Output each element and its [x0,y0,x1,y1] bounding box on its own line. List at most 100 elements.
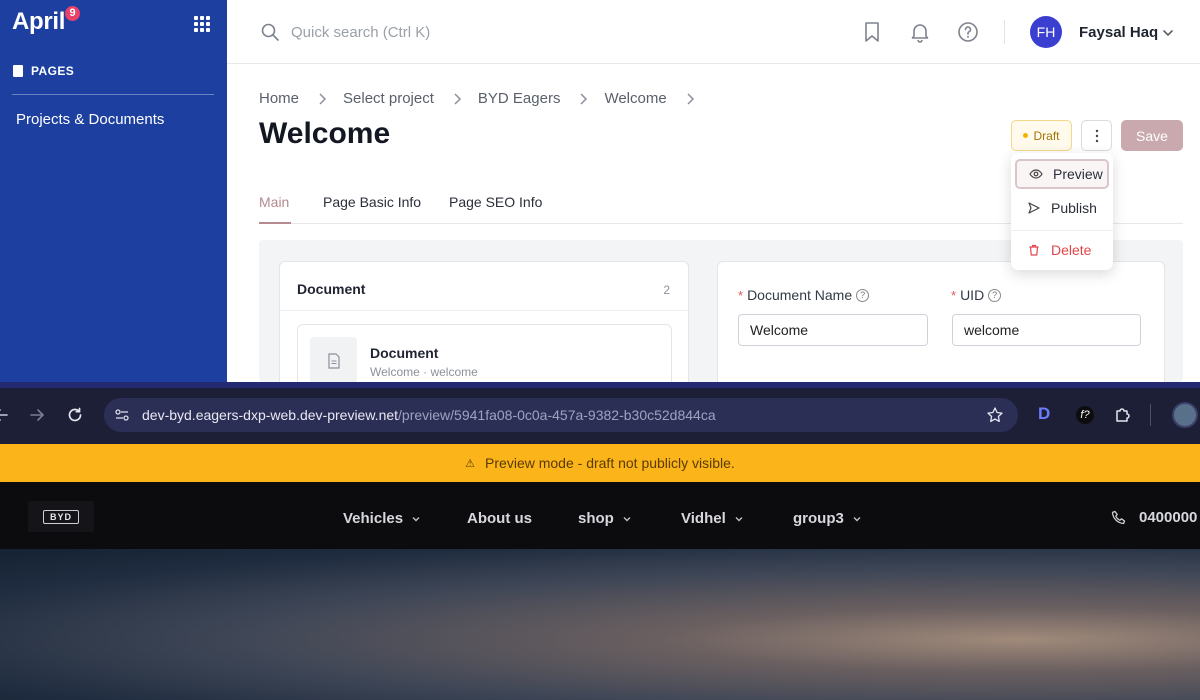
logo-badge: 9 [65,6,80,21]
url-text[interactable]: dev-byd.eagers-dxp-web.dev-preview.net/p… [142,407,716,423]
list-item[interactable]: Document Welcome · welcome [297,324,672,382]
breadcrumb-item-home[interactable]: Home [259,90,299,107]
apps-grid-icon[interactable] [194,16,210,32]
menu-divider [1011,230,1113,231]
toolbar-divider [1150,404,1151,426]
nav-item-shop[interactable]: shop [578,510,632,527]
eye-icon [1029,169,1043,179]
user-name[interactable]: Faysal Haq [1079,24,1158,41]
hero-image [0,549,1200,700]
chevron-right-icon [687,92,694,105]
nav-item-label: group3 [793,510,844,527]
brand-logo-text: BYD [42,509,79,524]
document-name: Document [370,345,439,361]
url-path: /preview/5941fa08-0c0a-457a-9382-b30c52d… [398,407,716,423]
bell-icon[interactable] [908,20,932,44]
menu-item-label: Delete [1051,242,1092,258]
required-mark: * [738,287,744,303]
menu-item-label: Preview [1053,166,1103,182]
topbar-divider [1004,20,1005,44]
breadcrumb-item-project[interactable]: BYD Eagers [478,90,561,107]
help-icon[interactable] [956,20,980,44]
breadcrumb: Home Select project BYD Eagers Welcome [259,90,711,107]
menu-item-delete[interactable]: Delete [1015,235,1109,265]
uid-label-text: UID [960,287,985,303]
nav-item-label: About us [467,510,532,527]
more-actions-button[interactable] [1081,120,1112,151]
address-bar[interactable]: dev-byd.eagers-dxp-web.dev-preview.net/p… [104,398,1018,432]
bookmark-star-icon[interactable] [986,406,1004,424]
phone-number: 0400000 [1139,509,1198,526]
extension-f-icon[interactable]: f? [1076,406,1094,424]
document-name-label: * Document Name ? [738,287,870,303]
tab-main[interactable]: Main [259,194,289,210]
status-badge: Draft [1011,120,1072,151]
status-dot [1023,133,1029,138]
sidebar: April 9 PAGES Projects & Documents [0,0,227,382]
phone-link[interactable]: 0400000 [1111,509,1197,526]
save-button[interactable]: Save [1121,120,1183,151]
nav-item-label: Vehicles [343,510,404,527]
chevron-right-icon [454,92,461,105]
nav-item-vidhel[interactable]: Vidhel [681,510,744,527]
nav-item-about-us[interactable]: About us [467,510,532,527]
document-name-label-text: Document Name [747,287,853,303]
sidebar-item-projects-documents[interactable]: Projects & Documents [16,111,164,128]
more-vertical-icon [1095,129,1098,142]
chevron-down-icon [412,516,420,521]
document-icon [13,65,23,77]
active-tab-indicator [259,222,291,224]
nav-item-label: shop [578,510,614,527]
search-input[interactable] [291,20,551,44]
nav-item-group3[interactable]: group3 [793,510,862,527]
document-name-input[interactable] [738,314,928,346]
search-icon [261,23,279,41]
warning-icon: ⚠ [465,457,476,470]
back-arrow-icon[interactable] [0,406,10,424]
preview-banner-text: Preview mode - draft not publicly visibl… [485,455,735,471]
phone-icon [1111,510,1126,524]
actions-dropdown: Preview Publish Delete [1011,153,1113,270]
document-panel: Document 2 Document Welcome · welcome [279,261,689,382]
uid-label: * UID ? [951,287,1002,303]
reload-icon[interactable] [66,406,84,424]
chevron-down-icon [623,516,631,521]
breadcrumb-item-select-project[interactable]: Select project [343,90,434,107]
required-mark: * [951,287,957,303]
menu-item-preview[interactable]: Preview [1015,159,1109,189]
extension-d-icon[interactable]: D [1038,404,1056,423]
nav-item-vehicles[interactable]: Vehicles [343,510,421,527]
status-label: Draft [1033,128,1060,143]
help-circle-icon[interactable]: ? [988,288,1002,302]
cms-window: April 9 PAGES Projects & Documents Quick… [0,0,1200,382]
tab-page-basic-info[interactable]: Page Basic Info [323,194,421,210]
extensions-puzzle-icon[interactable] [1114,406,1132,424]
chevron-down-icon [853,516,861,521]
profile-avatar[interactable] [1172,402,1198,428]
forward-arrow-icon[interactable] [28,406,46,424]
send-icon [1028,202,1040,214]
preview-mode-banner: ⚠ Preview mode - draft not publicly visi… [0,444,1200,482]
document-form: * Document Name ? * UID ? [717,261,1165,382]
top-bar: FH Faysal Haq [227,0,1200,64]
menu-item-label: Publish [1051,200,1097,216]
site-settings-icon[interactable] [114,407,130,423]
uid-input[interactable] [952,314,1141,346]
nav-item-label: Vidhel [681,510,726,527]
trash-icon [1029,244,1039,256]
panel-divider [280,310,688,311]
breadcrumb-item-page[interactable]: Welcome [604,90,666,107]
chevron-right-icon [319,92,327,105]
bookmark-icon[interactable] [860,20,884,44]
document-count: 2 [663,283,670,297]
sidebar-divider [12,94,214,95]
tab-page-seo-info[interactable]: Page SEO Info [449,194,542,210]
browser-toolbar: dev-byd.eagers-dxp-web.dev-preview.net/p… [0,382,1200,444]
help-circle-icon[interactable]: ? [856,288,870,302]
url-host: dev-byd.eagers-dxp-web.dev-preview.net [142,407,399,423]
chevron-down-icon[interactable] [1161,26,1175,40]
avatar[interactable]: FH [1030,16,1062,48]
brand-logo[interactable]: BYD [28,501,94,532]
app-logo[interactable]: April [12,8,65,36]
menu-item-publish[interactable]: Publish [1015,193,1109,223]
